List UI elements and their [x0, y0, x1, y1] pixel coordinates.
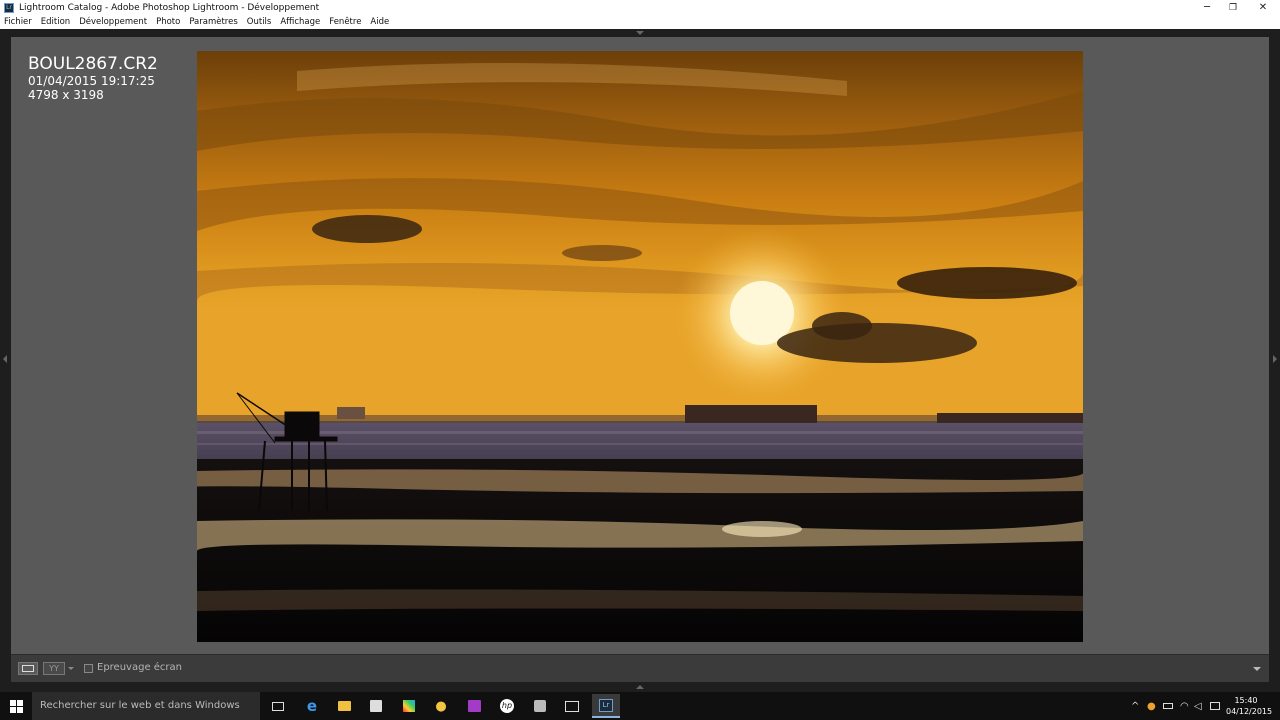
right-panel-strip	[1269, 37, 1280, 682]
menu-edition[interactable]: Edition	[41, 17, 70, 27]
volume-icon[interactable]: ◁	[1194, 692, 1202, 720]
edge-icon[interactable]: e	[302, 696, 322, 716]
before-after-view-button[interactable]: YY	[43, 662, 65, 675]
clock-time: 15:40	[1234, 696, 1258, 705]
notification-icon[interactable]	[1210, 692, 1220, 720]
filmstrip-strip	[0, 682, 1280, 692]
photo-filename: BOUL2867.CR2	[28, 54, 158, 74]
menu-outils[interactable]: Outils	[247, 17, 272, 27]
menu-bar: Fichier Edition Développement Photo Para…	[0, 15, 1280, 29]
close-button[interactable]: ✕	[1246, 0, 1280, 15]
photo-info-overlay: BOUL2867.CR2 01/04/2015 19:17:25 4798 x …	[28, 54, 158, 102]
left-panel-strip	[0, 37, 11, 682]
window-title: Lightroom Catalog - Adobe Photoshop Ligh…	[19, 2, 320, 13]
before-after-icon: YY	[49, 664, 59, 673]
chevron-up-icon[interactable]: ^	[1131, 692, 1139, 720]
menu-affichage[interactable]: Affichage	[280, 17, 320, 27]
bottom-toolbar: YY Epreuvage écran	[11, 654, 1269, 682]
clock-date: 04/12/2015	[1226, 707, 1273, 716]
network-icon[interactable]: ●	[1147, 692, 1156, 720]
toolbar-menu-icon[interactable]	[1253, 667, 1261, 671]
sunset-photo-image	[197, 51, 1083, 642]
start-button[interactable]	[0, 692, 32, 720]
restore-button[interactable]: ❐	[1216, 0, 1250, 15]
minimize-icon: ─	[1203, 2, 1211, 13]
filmstrip-toggle-icon[interactable]	[636, 685, 644, 689]
lightroom-app-icon[interactable]: Lr	[4, 2, 14, 13]
close-icon: ✕	[1258, 2, 1268, 13]
main-photo[interactable]	[197, 51, 1083, 642]
top-panel-strip	[0, 29, 1280, 37]
battery-icon[interactable]	[1163, 692, 1173, 720]
left-panel-toggle-icon[interactable]	[3, 355, 7, 363]
loupe-view-icon	[22, 665, 34, 672]
store-icon[interactable]	[366, 696, 386, 716]
task-view-icon[interactable]	[268, 696, 288, 716]
loupe-view-button[interactable]	[18, 662, 38, 675]
view-dropdown-icon[interactable]	[68, 667, 74, 670]
wifi-icon[interactable]: ◠	[1180, 692, 1189, 720]
menu-photo[interactable]: Photo	[156, 17, 180, 27]
photo-datetime: 01/04/2015 19:17:25	[28, 74, 155, 88]
menu-aide[interactable]: Aide	[370, 17, 389, 27]
menu-developpement[interactable]: Développement	[79, 17, 147, 27]
file-explorer-icon[interactable]	[334, 696, 354, 716]
menu-fenetre[interactable]: Fenêtre	[329, 17, 361, 27]
taskbar-clock[interactable]: 15:40 04/12/2015	[1226, 695, 1273, 717]
hint-icon[interactable]: ●	[431, 696, 451, 716]
menu-parametres[interactable]: Paramètres	[189, 17, 237, 27]
photo-dimensions: 4798 x 3198	[28, 88, 104, 102]
hp-icon[interactable]: hp	[497, 696, 517, 716]
app-icon[interactable]	[530, 696, 550, 716]
restore-icon: ❐	[1228, 2, 1238, 13]
onenote-icon[interactable]	[464, 696, 484, 716]
photos-app-icon[interactable]	[399, 696, 419, 716]
right-panel-toggle-icon[interactable]	[1273, 355, 1277, 363]
windows-taskbar: Rechercher sur le web et dans Windows e …	[0, 692, 1280, 720]
lightroom-icon[interactable]: Lr	[592, 694, 620, 718]
title-bar: Lr Lightroom Catalog - Adobe Photoshop L…	[0, 0, 1280, 15]
soft-proof-label: Epreuvage écran	[97, 662, 182, 673]
soft-proof-checkbox[interactable]	[84, 664, 93, 673]
top-panel-toggle-icon[interactable]	[636, 31, 644, 35]
menu-fichier[interactable]: Fichier	[4, 17, 32, 27]
taskbar-search-box[interactable]: Rechercher sur le web et dans Windows	[32, 692, 260, 720]
image-viewer-icon[interactable]	[562, 696, 582, 716]
windows-logo-icon	[9, 699, 23, 713]
